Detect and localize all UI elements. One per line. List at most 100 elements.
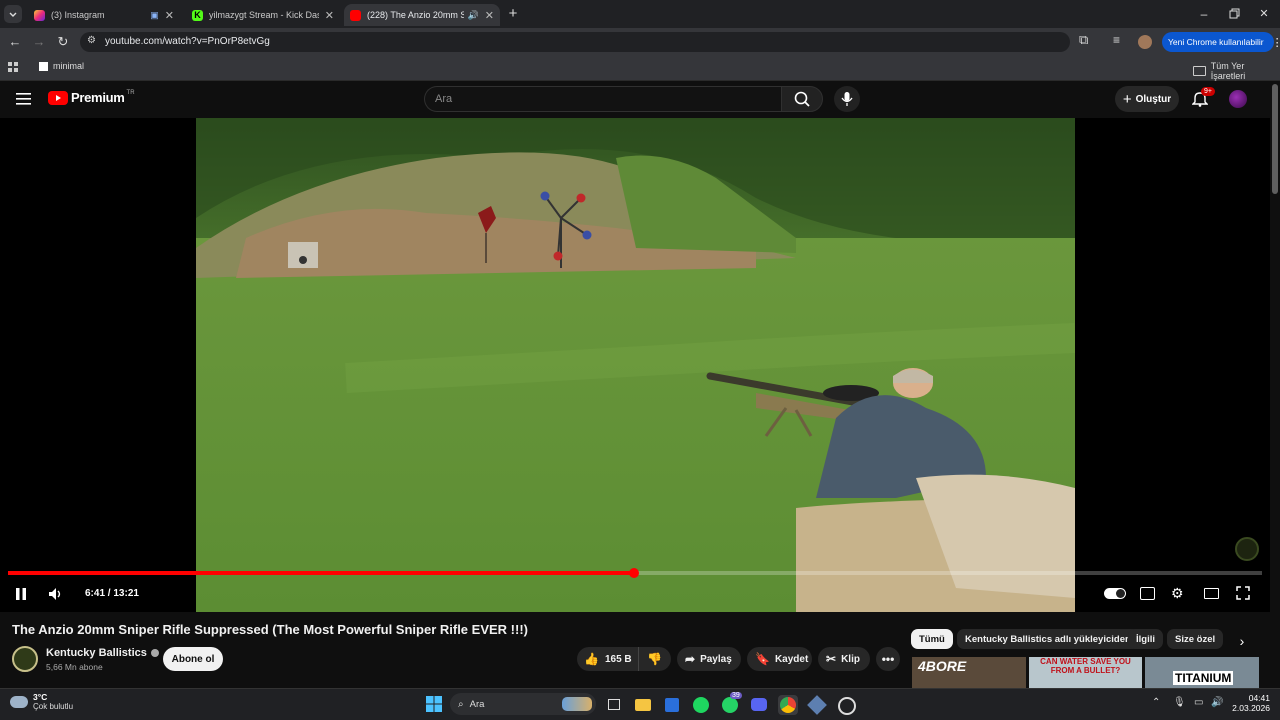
folder-icon	[1193, 66, 1206, 76]
subscribe-button[interactable]: Abone ol	[163, 647, 223, 671]
tray-chevron-icon[interactable]: ⌃	[1152, 697, 1160, 708]
guide-menu-button[interactable]	[16, 92, 32, 106]
tab-title: (228) The Anzio 20mm Snip	[367, 10, 464, 20]
cloud-icon	[10, 695, 28, 708]
theater-mode-button[interactable]	[1204, 588, 1219, 599]
clip-button[interactable]: ✂ Klip	[818, 647, 870, 671]
app-icon[interactable]	[807, 695, 827, 715]
media-controls-icon[interactable]: ≡	[1113, 33, 1120, 47]
like-button[interactable]: 👍 165 B	[577, 647, 639, 671]
channel-name-row[interactable]: Kentucky Ballistics	[46, 647, 159, 659]
autoplay-toggle[interactable]	[1104, 588, 1126, 599]
chips-next-button[interactable]: ›	[1232, 631, 1252, 651]
apps-grid-icon[interactable]	[8, 62, 19, 73]
speaker-icon[interactable]: 🔊	[468, 10, 479, 21]
back-button[interactable]: ←	[6, 33, 24, 51]
restore-button[interactable]	[1226, 6, 1242, 22]
settings-button[interactable]: ⚙	[1171, 585, 1184, 602]
create-button[interactable]: + Oluştur	[1115, 86, 1179, 112]
pause-button[interactable]	[14, 587, 28, 601]
windows-icon	[426, 696, 442, 712]
chrome-icon[interactable]	[778, 695, 798, 715]
chrome-update-button[interactable]: Yeni Chrome kullanılabilir ⋮	[1162, 32, 1280, 52]
search-button[interactable]	[781, 86, 823, 112]
recommendation-thumbnail[interactable]: CAN WATER SAVE YOU FROM A BULLET?	[1029, 657, 1142, 688]
extensions-icon[interactable]: ⧉	[1079, 32, 1088, 48]
save-button[interactable]: 🔖 Kaydet	[747, 647, 812, 671]
close-window-button[interactable]: ✕	[1256, 6, 1272, 22]
search-icon: ⌕	[458, 698, 464, 710]
search-input[interactable]: Ara	[424, 86, 781, 112]
autoplay-knob	[1116, 589, 1125, 598]
obs-icon[interactable]	[836, 695, 856, 715]
start-button[interactable]	[426, 696, 442, 712]
reload-button[interactable]: ↻	[54, 33, 72, 51]
minimize-button[interactable]: –	[1196, 6, 1212, 22]
discord-icon[interactable]	[749, 695, 769, 715]
fullscreen-button[interactable]	[1236, 586, 1250, 600]
youtube-logo[interactable]: Premium TR	[48, 90, 135, 105]
weather-widget[interactable]: 3°C Çok bulutlu	[10, 692, 73, 711]
channel-avatar[interactable]	[12, 646, 38, 672]
profile-avatar[interactable]	[1138, 35, 1152, 49]
bookmark-favicon	[39, 61, 48, 71]
network-icon[interactable]: ▭	[1194, 697, 1203, 708]
thumbnail-text: 4BORE	[918, 658, 967, 674]
address-bar[interactable]: ⚙ youtube.com/watch?v=PnOrP8etvGg	[80, 32, 1070, 52]
chip-related[interactable]: İlgili	[1128, 629, 1163, 649]
notification-badge: 9+	[1201, 87, 1215, 96]
chip-for-you[interactable]: Size özel	[1167, 629, 1224, 649]
thumbnail-text: CAN WATER SAVE YOU FROM A BULLET?	[1040, 657, 1131, 675]
tab-instagram[interactable]: (3) Instagram ▣ ✕	[28, 4, 180, 26]
volume-button[interactable]	[47, 586, 63, 602]
recommendation-thumbnail[interactable]: TITANIUM	[1145, 657, 1259, 688]
media-icon: ▣	[150, 9, 159, 20]
bookmark-minimal[interactable]: minimal	[39, 61, 84, 71]
tab-youtube-video[interactable]: (228) The Anzio 20mm Snip 🔊 ✕	[344, 4, 500, 26]
chip-from-channel[interactable]: Kentucky Ballistics adlı yükleyiciden	[957, 629, 1139, 649]
dislike-button[interactable]: 👎	[639, 652, 662, 666]
scissors-icon: ✂	[826, 652, 837, 666]
tab-close-icon[interactable]: ✕	[165, 9, 174, 22]
chip-all[interactable]: Tümü	[911, 629, 953, 649]
file-explorer-icon[interactable]	[633, 695, 653, 715]
whatsapp-icon[interactable]: 39	[720, 692, 742, 715]
voice-search-button[interactable]	[834, 86, 860, 112]
channel-watermark[interactable]	[1235, 537, 1259, 561]
logo-text: Premium	[71, 90, 125, 105]
save-label: Kaydet	[774, 653, 809, 665]
recommendation-thumbnail[interactable]: 4BORE	[912, 657, 1026, 688]
more-actions-button[interactable]: •••	[876, 647, 900, 671]
tab-kick-dashboard[interactable]: K yilmazygt Stream - Kick Dashbo ✕	[186, 4, 340, 26]
account-avatar[interactable]	[1229, 90, 1247, 108]
microphone-icon	[841, 92, 853, 106]
clock[interactable]: 04:41 2.03.2026	[1230, 693, 1270, 713]
bookmarks-bar: minimal Tüm Yer İşaretleri	[0, 56, 1280, 81]
microphone-tray-icon[interactable]: 🎙	[1173, 697, 1186, 708]
progress-scrubber[interactable]	[629, 568, 639, 578]
tab-close-icon[interactable]: ✕	[485, 9, 494, 22]
target-box	[288, 242, 318, 268]
forward-button[interactable]: →	[30, 33, 48, 51]
thumb-down-icon: 👎	[647, 652, 662, 666]
site-info-icon[interactable]: ⚙	[87, 35, 96, 46]
taskbar-search[interactable]: ⌕ Ara	[450, 693, 596, 715]
tab-close-icon[interactable]: ✕	[325, 9, 334, 22]
channel-name[interactable]: Kentucky Ballistics	[46, 647, 147, 659]
all-bookmarks-button[interactable]: Tüm Yer İşaretleri	[1193, 61, 1280, 81]
spotify-icon[interactable]	[691, 695, 711, 715]
weather-temp: 3°C	[33, 692, 48, 702]
subtitles-button[interactable]	[1140, 587, 1155, 600]
page-scrollbar[interactable]	[1272, 84, 1278, 194]
progress-bar-played	[8, 571, 634, 575]
notifications-button[interactable]: 9+	[1192, 87, 1215, 108]
task-view-icon[interactable]	[604, 695, 624, 715]
store-icon[interactable]	[662, 695, 682, 715]
new-tab-button[interactable]: +	[504, 5, 522, 23]
share-button[interactable]: ➦ Paylaş	[677, 647, 741, 671]
volume-tray-icon[interactable]: 🔊	[1211, 697, 1223, 708]
progress-bar[interactable]	[8, 568, 1262, 578]
tab-search-button[interactable]	[4, 5, 22, 23]
time-total: 13:21	[113, 588, 139, 599]
video-frame[interactable]	[196, 118, 1075, 612]
